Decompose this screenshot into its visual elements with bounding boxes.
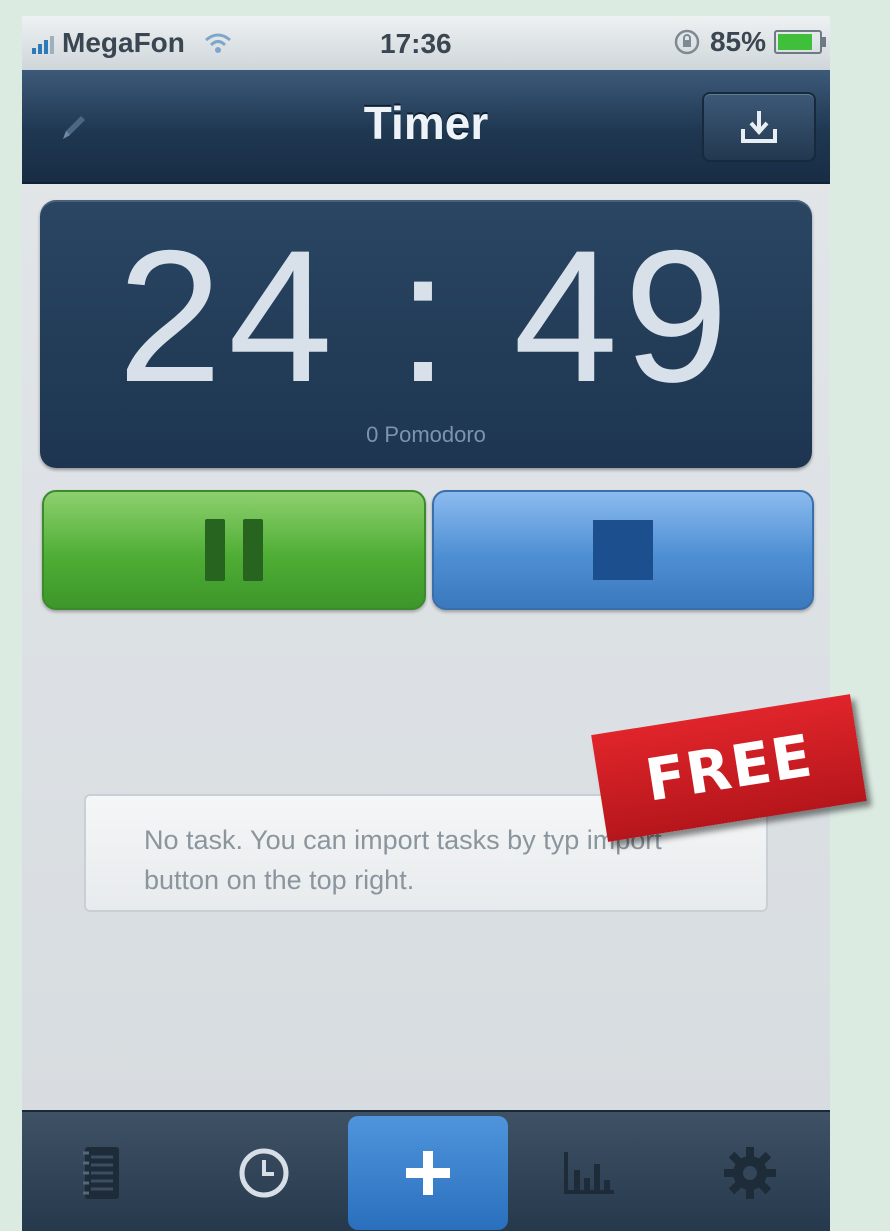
navigation-bar: Timer xyxy=(22,70,830,184)
battery-fill xyxy=(778,34,812,50)
bar-chart-icon xyxy=(564,1151,614,1194)
tab-settings[interactable] xyxy=(670,1112,830,1231)
notebook-icon xyxy=(83,1146,119,1199)
pause-icon xyxy=(205,519,263,581)
tab-bar xyxy=(22,1110,830,1231)
import-button[interactable] xyxy=(702,92,816,162)
plus-icon xyxy=(406,1151,450,1195)
timer-display: 24 : 49 0 Pomodoro xyxy=(40,200,812,468)
tab-task-list[interactable] xyxy=(22,1112,182,1231)
stop-button[interactable] xyxy=(432,490,814,610)
tab-statistics[interactable] xyxy=(510,1112,670,1231)
phone-screen: MegaFon 17:36 85% Timer 24: 49 0 Pomodo… xyxy=(22,16,830,1231)
battery-percent: 85% xyxy=(709,26,766,57)
tab-history[interactable] xyxy=(184,1112,344,1231)
status-bar: MegaFon 17:36 85% xyxy=(22,16,830,70)
rotation-lock-icon xyxy=(674,29,700,55)
signal-strength-icon xyxy=(32,32,54,54)
wifi-icon xyxy=(204,33,231,53)
tab-add-task[interactable] xyxy=(348,1116,508,1230)
countdown-time: 24 : 49 xyxy=(117,211,735,421)
status-right: 85% xyxy=(672,26,826,58)
battery-icon xyxy=(774,30,826,54)
status-time: 17:36 xyxy=(380,28,452,59)
gear-icon xyxy=(724,1146,776,1199)
pomodoro-count: 0 Pomodoro xyxy=(366,422,486,447)
pause-button[interactable] xyxy=(42,490,426,610)
stop-icon xyxy=(593,520,653,580)
clock-icon xyxy=(239,1148,289,1197)
import-tray-icon xyxy=(741,111,777,143)
carrier-name: MegaFon xyxy=(62,27,185,58)
